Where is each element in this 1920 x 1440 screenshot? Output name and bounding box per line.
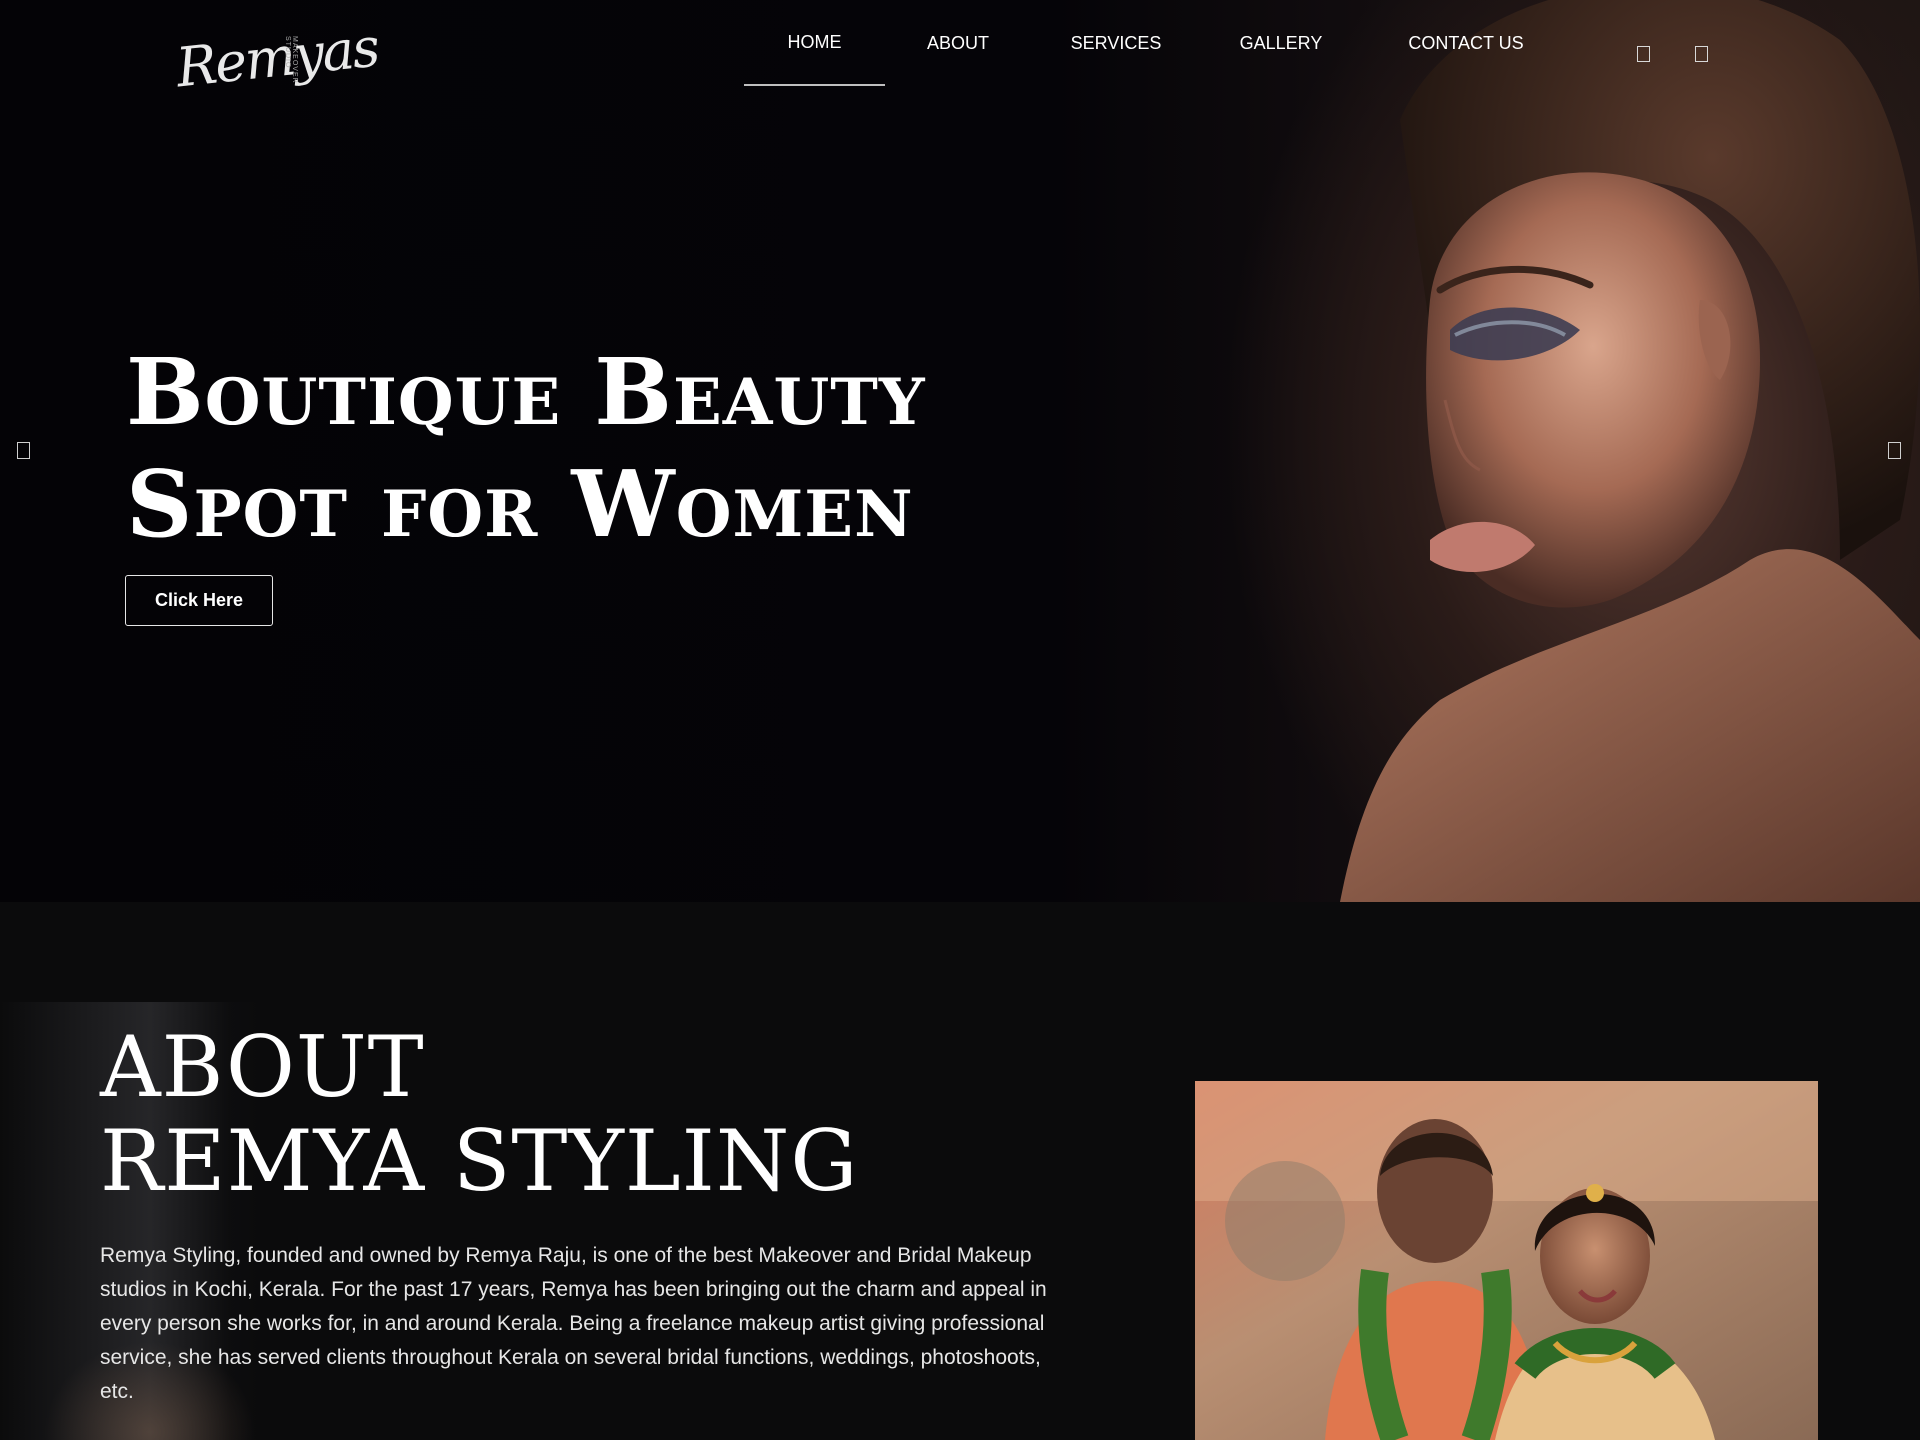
hero-title-line2: Spot for Women [126, 450, 914, 558]
click-here-button[interactable]: Click Here [125, 575, 273, 626]
bridal-couple-photo [1195, 1081, 1818, 1440]
brand-logo[interactable]: Remyas MAKEOVER STUDIO [173, 14, 381, 106]
nav-home[interactable]: HOME [744, 0, 885, 86]
about-heading: ABOUT REMYA STYLING [100, 1020, 858, 1208]
about-heading-line1: ABOUT [100, 1018, 425, 1116]
hero-model-image [1340, 0, 1920, 902]
hero-slider: Remyas MAKEOVER STUDIO HOME ABOUT SERVIC… [0, 0, 1920, 902]
about-heading-line2: REMYA STYLING [100, 1112, 859, 1210]
nav-about[interactable]: ABOUT [885, 0, 1031, 86]
main-nav: HOME ABOUT SERVICES GALLERY CONTACT US [744, 0, 1571, 86]
nav-services[interactable]: SERVICES [1031, 0, 1201, 86]
nav-contact-us[interactable]: CONTACT US [1361, 0, 1571, 86]
facebook-icon[interactable] [1637, 46, 1650, 62]
hero-title: Boutique Beauty Spot for Women [126, 336, 1106, 560]
nav-gallery[interactable]: GALLERY [1201, 0, 1361, 86]
instagram-icon[interactable] [1695, 46, 1708, 62]
chevron-left-icon[interactable] [17, 442, 30, 459]
logo-script: Remyas [173, 15, 381, 100]
about-description: Remya Styling, founded and owned by Remy… [100, 1244, 1047, 1403]
hero-title-line1: Boutique Beauty [126, 338, 926, 446]
about-section: ABOUT REMYA STYLING Remya Styling, found… [0, 902, 1920, 1440]
chevron-right-icon[interactable] [1888, 442, 1901, 459]
logo-subtext: MAKEOVER STUDIO [284, 36, 298, 84]
